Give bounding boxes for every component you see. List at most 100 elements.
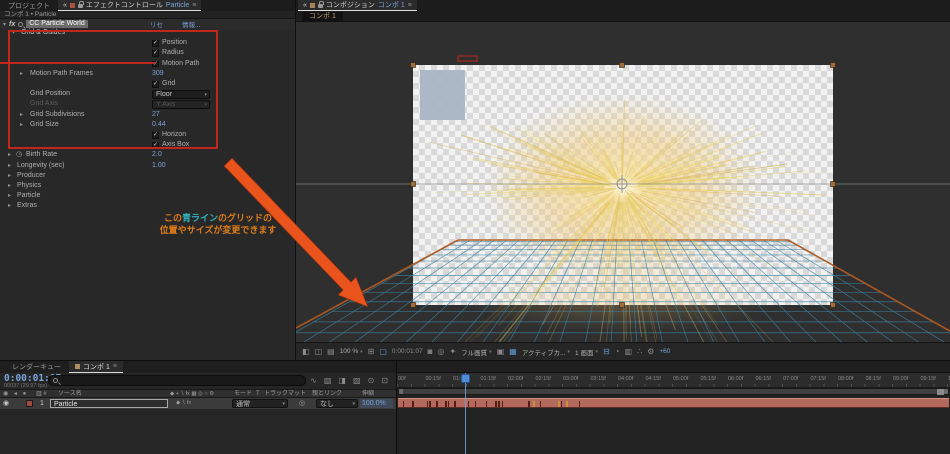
panel-collapse-icon[interactable]: «: [303, 2, 307, 9]
layer-switches[interactable]: ◆ ∖ fx: [176, 398, 191, 409]
channel-settings-icon[interactable]: ▤: [327, 347, 335, 356]
checkbox-horizon[interactable]: ✓: [152, 132, 159, 139]
checkbox-motion-path[interactable]: ✓: [152, 60, 159, 68]
composition-viewer[interactable]: [296, 22, 950, 342]
layer-name[interactable]: Particle: [50, 399, 168, 408]
keyframe-tick-gold[interactable]: [533, 400, 535, 407]
keyframe-tick-gold[interactable]: [566, 400, 568, 407]
value-birth-rate[interactable]: 2.0: [152, 150, 162, 160]
keyframe-tick[interactable]: [474, 400, 477, 407]
work-area-bar[interactable]: [398, 388, 949, 395]
row-grid-subdivisions[interactable]: ▸ Grid Subdivisions 27: [0, 110, 296, 120]
layer-duration-bar[interactable]: [398, 398, 949, 408]
tab-effect-controls[interactable]: « エフェクトコントロール Particle ≡: [58, 0, 202, 11]
row-grid-position[interactable]: Grid Position Floor ▾: [0, 89, 296, 99]
panel-menu-icon[interactable]: ≡: [113, 363, 117, 370]
checkbox-position[interactable]: ✓: [152, 40, 159, 47]
row-grid-axis[interactable]: Grid Axis Y Axis ▾: [0, 99, 296, 109]
eye-icon[interactable]: ◉: [3, 398, 9, 409]
tab-composition[interactable]: « コンポジション コンポ 1 ≡: [298, 0, 417, 11]
view-select[interactable]: アクティブカ... ▾: [522, 347, 570, 357]
timeline-button-icon[interactable]: ▥: [625, 347, 633, 356]
flowchart-button-icon[interactable]: ∴: [637, 347, 642, 356]
tab-comp1-timeline[interactable]: コンポ 1 ≡: [69, 361, 123, 373]
magnification-select[interactable]: 100 % ▾: [340, 348, 363, 355]
timeline-search-input[interactable]: [48, 375, 306, 386]
main-viewer-icon[interactable]: ◫: [315, 347, 323, 356]
keyframe-tick-gold[interactable]: [558, 400, 560, 407]
graph-editor-icon[interactable]: ⊡: [381, 376, 388, 385]
timeline-track-area[interactable]: 00f00:15f01:00f01:15f02:00f02:15f03:00f0…: [396, 361, 950, 454]
checkbox-axis-box[interactable]: ✓: [152, 142, 159, 149]
show-snapshot-icon[interactable]: ◎: [437, 347, 444, 356]
effect-name[interactable]: CC Particle World: [26, 20, 88, 28]
keyframe-tick[interactable]: [501, 400, 503, 407]
row-producer[interactable]: ▸ Producer: [0, 171, 296, 181]
resolution-select[interactable]: フル画質 ▾: [461, 347, 492, 357]
stretch-value[interactable]: 100.0%: [360, 399, 393, 408]
row-motion-path-frames[interactable]: ▸ Motion Path Frames 309: [0, 69, 296, 79]
trkmat-icon[interactable]: ◎: [299, 398, 305, 409]
row-grid-size[interactable]: ▸ Grid Size 0.44: [0, 120, 296, 130]
exposure-value[interactable]: +60: [659, 348, 670, 355]
pixel-aspect-icon[interactable]: ⊟: [603, 347, 610, 356]
keyframe-tick[interactable]: [453, 400, 456, 407]
value-motion-path-frames[interactable]: 309: [152, 69, 164, 79]
tab-project[interactable]: プロジェクト: [0, 1, 58, 11]
layer-row-particle[interactable]: ◉ 1 Particle ◆ ∖ fx 通常 ▾ ◎ なし ▾ 100.0%: [0, 398, 396, 409]
region-of-interest-icon[interactable]: ▣: [497, 347, 505, 356]
keyframe-tick[interactable]: [412, 400, 414, 407]
keyframe-tick[interactable]: [498, 400, 500, 407]
value-longevity-sec[interactable]: 1.00: [152, 161, 166, 171]
row-radius[interactable]: ✓ Radius: [0, 48, 296, 58]
twirl-icon[interactable]: ▸: [8, 191, 11, 201]
tab-render-queue[interactable]: レンダーキュー: [0, 362, 69, 372]
twirl-icon[interactable]: ▸: [20, 110, 23, 120]
keyframe-tick[interactable]: [429, 400, 431, 407]
checkbox-radius[interactable]: ✓: [152, 50, 159, 57]
choose-grid-icon[interactable]: ⊞: [368, 347, 375, 356]
show-channel-icon[interactable]: ✦: [449, 347, 456, 356]
keyframe-tick[interactable]: [540, 400, 542, 407]
row-longevity-sec[interactable]: ▸ Longevity (sec) 1.00: [0, 161, 296, 171]
row-motion-path[interactable]: ✓ Motion Path: [0, 59, 296, 69]
draft-3d-icon[interactable]: ▧: [324, 376, 332, 385]
view-layout-select[interactable]: 1 画面 ▾: [575, 347, 598, 357]
row-horizon[interactable]: ✓ Horizon: [0, 130, 296, 140]
fx-badge[interactable]: fx: [9, 21, 15, 28]
twirl-icon[interactable]: ▾: [12, 28, 15, 38]
row-extras[interactable]: ▸ Extras: [0, 201, 296, 211]
lock-icon[interactable]: [77, 1, 84, 8]
panel-collapse-icon[interactable]: «: [63, 2, 67, 9]
snapshot-icon[interactable]: ◙: [428, 347, 433, 356]
layer-color-swatch[interactable]: [26, 400, 33, 407]
toolbar-timecode[interactable]: 0:00:01:07: [392, 348, 423, 355]
stopwatch-icon[interactable]: ◷: [16, 150, 22, 160]
value-grid-subdivisions[interactable]: 27: [152, 110, 160, 120]
time-ruler[interactable]: 00f00:15f01:00f01:15f02:00f02:15f03:00f0…: [397, 373, 950, 388]
twirl-icon[interactable]: ▸: [20, 69, 23, 79]
checkbox-grid[interactable]: ✓: [152, 81, 159, 88]
keyframe-tick[interactable]: [436, 400, 439, 407]
twirl-icon[interactable]: ▸: [20, 120, 23, 130]
fast-previews-icon[interactable]: ◔: [615, 347, 620, 356]
row-birth-rate[interactable]: ▸ ◷ Birth Rate 2.0: [0, 150, 296, 160]
mask-visibility-icon[interactable]: ▢: [379, 347, 387, 356]
keyframe-tick[interactable]: [528, 400, 530, 407]
panel-menu-icon[interactable]: ≡: [192, 2, 196, 9]
keyframe-tick[interactable]: [446, 400, 448, 407]
always-preview-icon[interactable]: ◧: [302, 347, 310, 356]
flowchart-icon[interactable]: ∿: [310, 376, 317, 385]
row-grid[interactable]: ✓ Grid: [0, 79, 296, 89]
keyframe-tick[interactable]: [403, 400, 405, 407]
row-physics[interactable]: ▸ Physics: [0, 181, 296, 191]
twirl-icon[interactable]: ▸: [8, 201, 11, 211]
twirl-icon[interactable]: ▸: [8, 161, 11, 171]
row-grid-guides[interactable]: ▾ Grid & Guides: [0, 28, 296, 38]
dropdown-grid-position[interactable]: Floor ▾: [152, 90, 210, 99]
lock-icon[interactable]: [317, 1, 324, 8]
value-grid-size[interactable]: 0.44: [152, 120, 166, 130]
row-particle[interactable]: ▸ Particle: [0, 191, 296, 201]
twirl-icon[interactable]: ▸: [8, 181, 11, 191]
keyframe-tick[interactable]: [560, 400, 563, 407]
